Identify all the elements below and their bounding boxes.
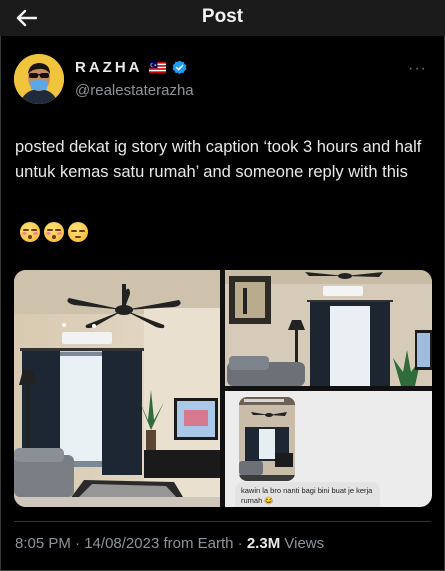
author-handle[interactable]: @realestaterazha [75, 82, 194, 99]
story-thumbnail [239, 397, 295, 481]
post-source: from Earth [163, 535, 234, 552]
post-meta: 8:05 PM · 14/08/2023 from Earth · 2.3M V… [15, 535, 324, 552]
top-bar: Post [0, 0, 445, 36]
living-room-photo[interactable] [14, 270, 220, 507]
story-reply-screenshot[interactable]: kawin la bro nanti bagi bini buat je ker… [225, 391, 432, 507]
view-count: 2.3M [246, 535, 281, 552]
meta-separator: · [237, 535, 243, 552]
avatar[interactable] [14, 54, 64, 104]
avatar-image [14, 54, 64, 104]
author-display-name[interactable]: RAZHA [75, 59, 143, 76]
emoji-row [20, 222, 88, 242]
media-grid: kawin la bro nanti bagi bini buat je ker… [14, 270, 432, 507]
views-label: Views [284, 535, 325, 552]
page-title: Post [201, 6, 244, 27]
post-text: posted dekat ig story with caption ‘took… [15, 138, 422, 181]
face-exhaling-emoji [20, 222, 40, 242]
divider [14, 521, 431, 522]
author-name-row: RAZHA [75, 59, 187, 76]
reply-message: kawin la bro nanti bagi bini buat je ker… [235, 482, 380, 507]
post-date[interactable]: 14/08/2023 [84, 535, 159, 552]
face-exhaling-emoji [44, 222, 64, 242]
post-time[interactable]: 8:05 PM [15, 535, 71, 552]
meta-separator: · [75, 535, 81, 552]
more-options-button[interactable]: ··· [408, 60, 427, 78]
relieved-face-emoji [68, 222, 88, 242]
living-room-corner-photo[interactable] [225, 270, 432, 386]
malaysia-flag-icon [148, 62, 166, 73]
verified-badge-icon [172, 60, 186, 75]
